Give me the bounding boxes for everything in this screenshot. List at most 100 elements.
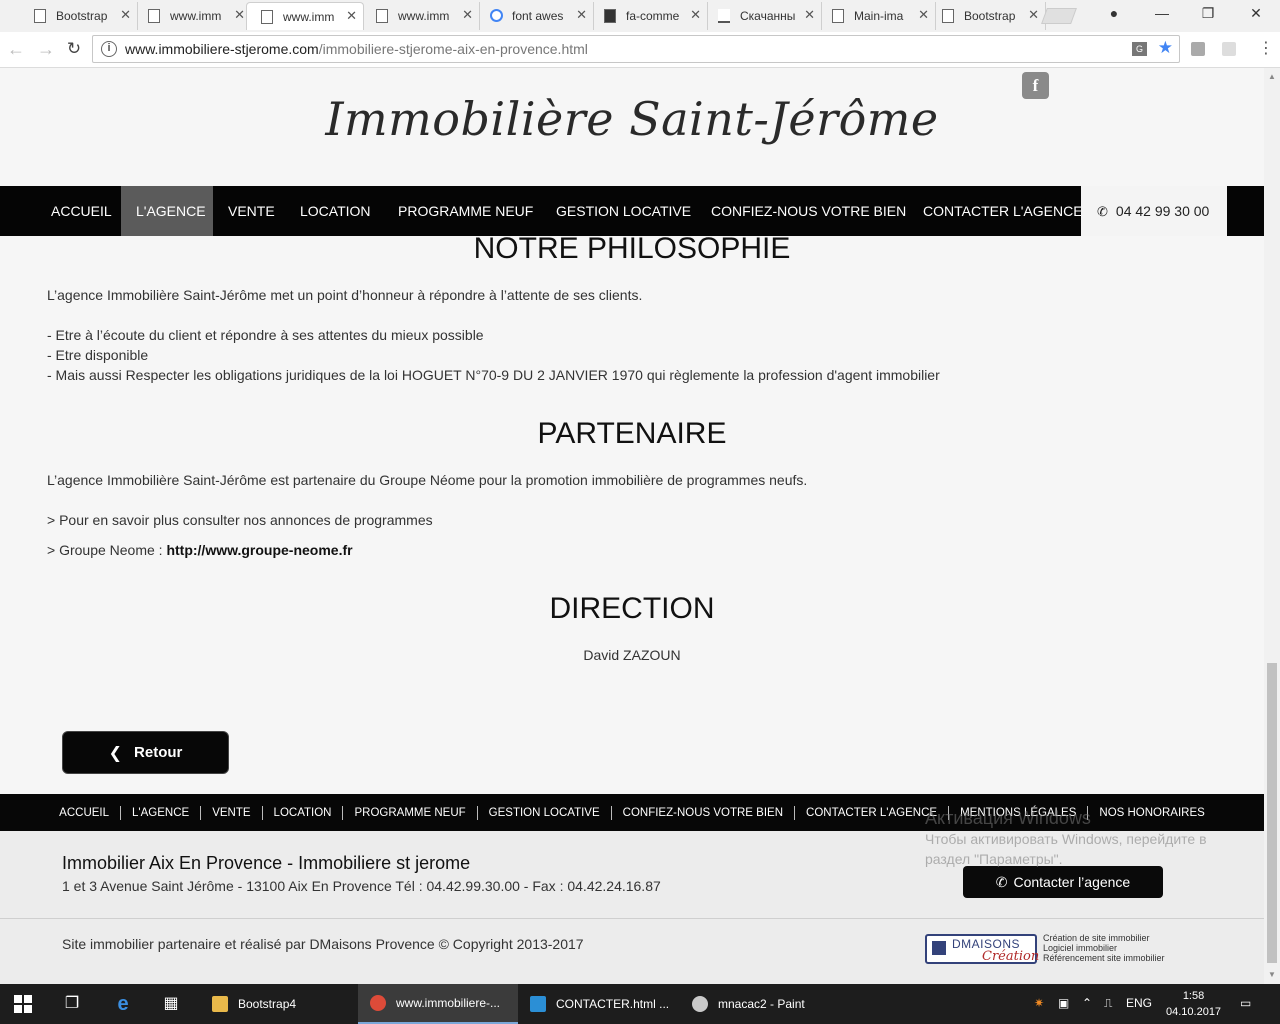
browser-tab[interactable]: www.imm ✕ <box>134 2 252 30</box>
footer-copyright: Site immobilier partenaire et réalisé pa… <box>62 936 584 952</box>
back-icon[interactable]: ← <box>6 39 26 60</box>
partner-neome-line: > Groupe Neome : http://www.groupe-neome… <box>47 542 353 558</box>
network-icon[interactable]: ⎍ <box>1104 996 1112 1011</box>
close-icon[interactable]: ✕ <box>804 7 815 23</box>
tray-chevron-icon[interactable]: ⌃ <box>1082 996 1092 1010</box>
maximize-icon[interactable]: ❐ <box>1198 5 1218 22</box>
taskbar-item-webstorm[interactable]: CONTACTER.html ... <box>518 984 678 1024</box>
minimize-icon[interactable]: — <box>1152 5 1172 21</box>
browser-tab[interactable]: www.imm ✕ <box>362 2 480 30</box>
taskbar-item-paint[interactable]: mnacac2 - Paint <box>680 984 840 1024</box>
browser-tab[interactable]: fa-comme ✕ <box>590 2 708 30</box>
philosophy-intro: L’agence Immobilière Saint-Jérôme met un… <box>47 287 643 303</box>
scrollbar-thumb[interactable] <box>1267 663 1277 963</box>
tray-lang[interactable]: ENG <box>1126 996 1152 1010</box>
profile-icon[interactable]: ● <box>1104 5 1124 21</box>
edge-icon[interactable]: e <box>112 993 134 1015</box>
windows-start-icon[interactable] <box>14 995 32 1013</box>
tray-clock[interactable]: 1:58 04.10.2017 <box>1166 988 1221 1020</box>
dmaisons-house-icon <box>932 941 946 955</box>
footer-link-accueil[interactable]: ACCUEIL <box>48 805 122 820</box>
paint-icon <box>692 996 708 1012</box>
translate-icon[interactable]: G <box>1132 42 1147 56</box>
taskbar-item-explorer[interactable]: Bootstrap4 <box>200 984 356 1024</box>
footer-link-mentions[interactable]: MENTIONS LÉGALES <box>949 805 1089 820</box>
footer-link-agence[interactable]: L'AGENCE <box>121 805 202 820</box>
tray-app-icon[interactable]: ✷ <box>1034 996 1044 1010</box>
reload-icon[interactable]: ↻ <box>64 39 84 59</box>
page-icon <box>832 9 844 23</box>
footer-link-honoraires[interactable]: NOS HONORAIRES <box>1088 806 1215 820</box>
footer-nav: ACCUEIL L'AGENCE VENTE LOCATION PROGRAMM… <box>0 794 1264 831</box>
download-icon <box>718 9 730 23</box>
scroll-up-icon[interactable]: ▲ <box>1268 72 1276 81</box>
tray-network-app-icon[interactable]: ▣ <box>1058 996 1069 1010</box>
footer-link-contacter[interactable]: CONTACTER L'AGENCE <box>795 805 950 820</box>
phone-icon: ✆ <box>995 873 1008 890</box>
browser-tab-active[interactable]: www.imm ✕ <box>246 2 364 30</box>
extension-icon[interactable] <box>1191 42 1205 56</box>
section-title-partner: PARTENAIRE <box>537 417 727 450</box>
info-icon[interactable]: i <box>101 41 117 57</box>
close-icon[interactable]: ✕ <box>120 7 131 23</box>
footer-link-location[interactable]: LOCATION <box>263 805 344 820</box>
nav-item-agence[interactable]: L'AGENCE <box>121 186 213 236</box>
partner-intro: L’agence Immobilière Saint-Jérôme est pa… <box>47 472 808 488</box>
nav-item-location[interactable]: LOCATION <box>285 186 386 236</box>
footer-link-vente[interactable]: VENTE <box>201 805 263 820</box>
url-path: /immobiliere-stjerome-aix-en-provence.ht… <box>318 41 588 57</box>
footer-link-programme-neuf[interactable]: PROGRAMME NEUF <box>343 805 478 820</box>
page-scrollbar[interactable]: ▲ ▼ <box>1264 68 1280 984</box>
nav-item-programme-neuf[interactable]: PROGRAMME NEUF <box>383 186 548 236</box>
search-extension-icon[interactable] <box>1222 42 1236 56</box>
footer-title: Immobilier Aix En Provence - Immobiliere… <box>62 853 471 873</box>
close-icon[interactable]: ✕ <box>346 8 357 24</box>
forward-icon[interactable]: → <box>36 39 56 60</box>
close-icon[interactable]: ✕ <box>234 7 245 23</box>
director-name: David ZAZOUN <box>583 647 681 663</box>
task-view-icon[interactable]: ❐ <box>61 993 83 1015</box>
browser-tab-bar: Bootstrap ✕ www.imm ✕ www.imm ✕ www.imm ✕ fo… <box>0 0 1280 32</box>
close-icon[interactable]: ✕ <box>462 7 473 23</box>
browser-tab[interactable]: Bootstrap ✕ <box>928 2 1046 30</box>
site-footer: Immobilier Aix En Provence - Immobiliere… <box>0 831 1264 984</box>
folder-icon <box>212 996 228 1012</box>
dmaisons-logo[interactable]: DMAISONS Création <box>925 934 1039 964</box>
nav-item-vente[interactable]: VENTE <box>213 186 290 236</box>
philosophy-item: - Etre disponible <box>47 347 149 363</box>
page-icon <box>942 9 954 23</box>
phone-box[interactable]: ✆ 04 42 99 30 00 <box>1081 186 1227 236</box>
nav-item-confiez-nous[interactable]: CONFIEZ-NOUS VOTRE BIEN <box>696 186 921 236</box>
address-bar[interactable]: i www.immobiliere-stjerome.com/immobilie… <box>92 35 1180 63</box>
notifications-icon[interactable]: ▭ <box>1240 996 1251 1010</box>
footer-link-gestion-locative[interactable]: GESTION LOCATIVE <box>478 805 612 820</box>
browser-toolbar: ← → ↻ i www.immobiliere-stjerome.com/imm… <box>0 32 1280 68</box>
nav-item-contacter[interactable]: CONTACTER L'AGENCE <box>908 186 1098 236</box>
partner-programs-link[interactable]: > Pour en savoir plus consulter nos anno… <box>47 512 433 528</box>
store-icon[interactable]: ▦ <box>160 993 182 1015</box>
section-title-philosophy: NOTRE PHILOSOPHIE <box>473 232 791 265</box>
footer-divider <box>0 918 1264 919</box>
neome-link[interactable]: http://www.groupe-neome.fr <box>166 542 352 558</box>
nav-item-accueil[interactable]: ACCUEIL <box>36 186 127 236</box>
browser-tab[interactable]: Скачанны ✕ <box>704 2 822 30</box>
nav-item-gestion-locative[interactable]: GESTION LOCATIVE <box>541 186 706 236</box>
browser-menu-icon[interactable]: ⋮ <box>1258 38 1274 58</box>
footer-address: 1 et 3 Avenue Saint Jérôme - 13100 Aix E… <box>62 878 661 894</box>
close-icon[interactable]: ✕ <box>690 7 701 23</box>
back-button[interactable]: ❮ Retour <box>62 731 229 774</box>
browser-tab[interactable]: font awes ✕ <box>476 2 594 30</box>
site-logo[interactable]: Immobilière Saint-Jérôme <box>0 92 1264 146</box>
browser-tab[interactable]: Main-ima ✕ <box>818 2 936 30</box>
new-tab-button[interactable] <box>1041 8 1077 24</box>
browser-tab[interactable]: Bootstrap ✕ <box>20 2 138 30</box>
window-close-icon[interactable]: ✕ <box>1246 5 1266 22</box>
taskbar-item-chrome[interactable]: www.immobiliere-... <box>358 984 518 1024</box>
philosophy-item: - Mais aussi Respecter les obligations j… <box>47 367 940 383</box>
footer-link-confiez-nous[interactable]: CONFIEZ-NOUS VOTRE BIEN <box>612 805 796 820</box>
close-icon[interactable]: ✕ <box>1028 7 1039 23</box>
contact-agency-button[interactable]: ✆ Contacter l’agence <box>963 866 1163 898</box>
scroll-down-icon[interactable]: ▼ <box>1268 970 1276 979</box>
close-icon[interactable]: ✕ <box>576 7 587 23</box>
bookmark-star-icon[interactable]: ★ <box>1158 38 1173 58</box>
